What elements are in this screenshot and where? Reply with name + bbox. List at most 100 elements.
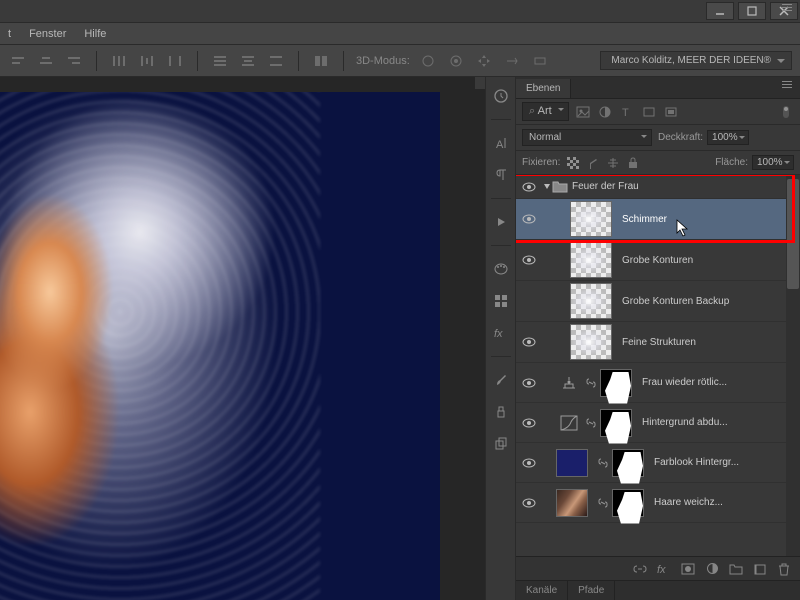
align-icon[interactable] (36, 51, 56, 71)
blend-mode-dropdown[interactable]: Normal (522, 129, 652, 146)
lock-position-icon[interactable] (606, 156, 620, 170)
filter-smart-icon[interactable] (663, 105, 679, 119)
3d-pan-icon[interactable] (474, 51, 494, 71)
scrollbar[interactable] (786, 175, 800, 556)
menu-item-help[interactable]: Hilfe (84, 28, 106, 40)
mask-thumbnail[interactable] (612, 489, 644, 517)
layer-row[interactable]: Grobe Konturen Backup (516, 281, 800, 322)
new-group-icon[interactable] (728, 562, 744, 576)
lock-pixels-icon[interactable] (586, 156, 600, 170)
distribute-v-icon[interactable] (238, 51, 258, 71)
visibility-toggle[interactable] (516, 255, 542, 265)
visibility-toggle[interactable] (516, 378, 542, 388)
color-icon[interactable] (492, 260, 510, 278)
brush-icon[interactable] (492, 371, 510, 389)
align-icon[interactable] (8, 51, 28, 71)
auto-align-icon[interactable] (311, 51, 331, 71)
layer-thumbnail[interactable] (556, 489, 588, 517)
visibility-toggle[interactable] (516, 182, 542, 192)
link-layers-icon[interactable] (632, 562, 648, 576)
filter-type-icon[interactable]: T (619, 105, 635, 119)
mask-thumbnail[interactable] (600, 369, 632, 397)
panel-collapse-handle[interactable] (475, 77, 485, 89)
character-icon[interactable]: A (492, 134, 510, 152)
layer-name[interactable]: Frau wieder rötlic... (642, 377, 727, 388)
layer-thumbnail[interactable] (570, 242, 612, 278)
layer-row[interactable]: Grobe Konturen (516, 240, 800, 281)
layer-name[interactable]: Feine Strukturen (622, 337, 696, 348)
filter-pixel-icon[interactable] (575, 105, 591, 119)
3d-rotate-icon[interactable] (418, 51, 438, 71)
3d-roll-icon[interactable] (446, 51, 466, 71)
filter-adjustment-icon[interactable] (597, 105, 613, 119)
disclosure-triangle-icon[interactable] (542, 182, 552, 192)
distribute-icon[interactable] (165, 51, 185, 71)
layer-group-row[interactable]: Feuer der Frau (516, 175, 800, 199)
layer-row[interactable]: Haare weichz... (516, 483, 800, 523)
menu-item-window[interactable]: Fenster (29, 28, 66, 40)
layer-row-selected[interactable]: Schimmer (516, 199, 800, 240)
scrollbar-thumb[interactable] (787, 179, 799, 289)
layer-name[interactable]: Grobe Konturen Backup (622, 296, 729, 307)
layer-thumbnail[interactable] (570, 201, 612, 237)
visibility-toggle[interactable] (516, 498, 542, 508)
panel-menu-icon[interactable] (782, 4, 796, 16)
layer-thumbnail[interactable] (570, 324, 612, 360)
tab-paths[interactable]: Pfade (568, 581, 615, 600)
menu-item[interactable]: t (8, 28, 11, 40)
canvas-image[interactable] (0, 92, 440, 600)
visibility-toggle[interactable] (516, 337, 542, 347)
new-layer-icon[interactable] (752, 562, 768, 576)
mask-thumbnail[interactable] (600, 409, 632, 437)
panel-menu-icon[interactable] (782, 81, 796, 93)
layer-row-adjustment[interactable]: Frau wieder rötlic... (516, 363, 800, 403)
3d-slide-icon[interactable] (502, 51, 522, 71)
align-icon[interactable] (64, 51, 84, 71)
layer-row-adjustment[interactable]: Hintergrund abdu... (516, 403, 800, 443)
paragraph-icon[interactable] (492, 166, 510, 184)
minimize-button[interactable] (706, 2, 734, 20)
3d-scale-icon[interactable] (530, 51, 550, 71)
layer-name[interactable]: Grobe Konturen (622, 255, 693, 266)
delete-layer-icon[interactable] (776, 562, 792, 576)
layer-list[interactable]: Feuer der Frau Schimmer Grobe Konturen (516, 175, 800, 556)
filter-shape-icon[interactable] (641, 105, 657, 119)
layer-thumbnail[interactable] (570, 283, 612, 319)
layer-style-icon[interactable]: fx (656, 562, 672, 576)
history-icon[interactable] (492, 87, 510, 105)
visibility-toggle[interactable] (516, 214, 542, 224)
visibility-toggle[interactable] (516, 418, 542, 428)
actions-icon[interactable] (492, 213, 510, 231)
visibility-toggle[interactable] (516, 458, 542, 468)
distribute-v-icon[interactable] (266, 51, 286, 71)
maximize-button[interactable] (738, 2, 766, 20)
layer-name[interactable]: Hintergrund abdu... (642, 417, 728, 428)
distribute-icon[interactable] (137, 51, 157, 71)
mask-thumbnail[interactable] (612, 449, 644, 477)
tab-layers[interactable]: Ebenen (516, 79, 571, 98)
layer-thumbnail[interactable] (556, 449, 588, 477)
swatches-icon[interactable] (492, 292, 510, 310)
filter-toggle-icon[interactable] (778, 105, 794, 119)
adjustment-layer-icon[interactable] (704, 562, 720, 576)
styles-icon[interactable]: fx (492, 324, 510, 342)
layer-name[interactable]: Haare weichz... (654, 497, 723, 508)
layer-name[interactable]: Schimmer (622, 214, 667, 225)
clone-source-icon[interactable] (492, 435, 510, 453)
opacity-input[interactable]: 100% (707, 130, 749, 145)
canvas-area[interactable] (0, 77, 485, 600)
layer-mask-icon[interactable] (680, 562, 696, 576)
layer-name[interactable]: Feuer der Frau (572, 181, 639, 192)
layer-name[interactable]: Farblook Hintergr... (654, 457, 739, 468)
layer-row[interactable]: Farblook Hintergr... (516, 443, 800, 483)
distribute-icon[interactable] (109, 51, 129, 71)
lock-transparency-icon[interactable] (566, 156, 580, 170)
distribute-v-icon[interactable] (210, 51, 230, 71)
layer-row[interactable]: Feine Strukturen (516, 322, 800, 363)
filter-type-dropdown[interactable]: ⌕ Art (522, 102, 569, 121)
tab-channels[interactable]: Kanäle (516, 581, 568, 600)
fill-input[interactable]: 100% (752, 155, 794, 170)
brush-presets-icon[interactable] (492, 403, 510, 421)
workspace-dropdown[interactable]: Marco Kolditz, MEER DER IDEEN® (600, 51, 792, 70)
lock-all-icon[interactable] (626, 156, 640, 170)
